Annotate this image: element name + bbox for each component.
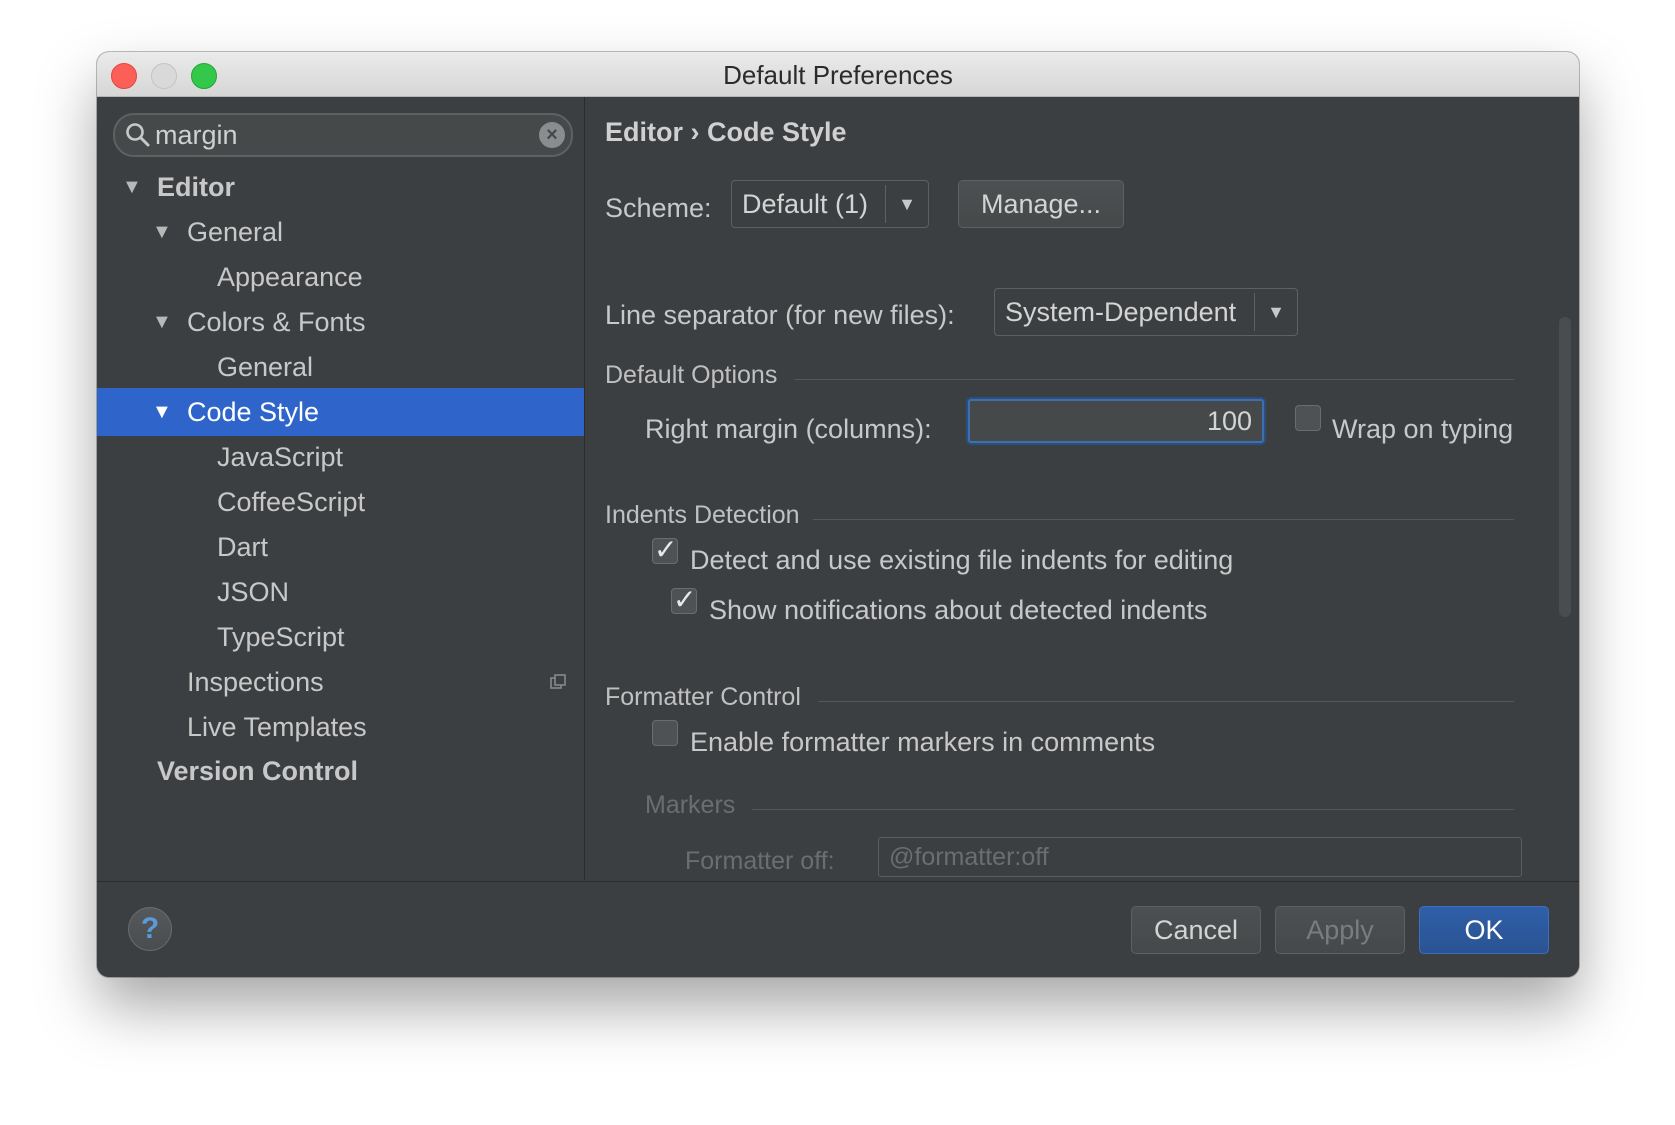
line-separator-dropdown[interactable]: System-Dependent ▼ [994,288,1298,336]
tree-item-appearance[interactable]: Appearance [97,253,584,301]
wrap-on-typing-label: Wrap on typing [1332,414,1514,444]
default-options-title: Default Options [605,361,778,389]
chevron-down-icon: ▼ [1267,302,1285,322]
chevron-down-icon: ▼ [898,194,916,214]
checkmark-icon: ✓ [654,534,678,565]
cancel-button[interactable]: Cancel [1131,906,1261,954]
settings-content: Editor › Code Style Scheme: Default (1) … [585,97,1579,880]
tree-item-label: Editor [157,172,235,202]
tree-item-json[interactable]: JSON [97,568,584,616]
show-notifications-checkbox[interactable]: ✓ [671,584,697,615]
tree-item-label: Live Templates [187,712,367,742]
content-scrollbar[interactable] [1559,317,1571,617]
help-button[interactable]: ? [128,907,172,951]
right-margin-label: Right margin (columns): [645,414,932,444]
tree-item-live-templates[interactable]: Live Templates [97,703,584,751]
group-divider [818,701,1514,702]
show-notifications-label: Show notifications about detected indent… [709,595,1208,625]
scheme-label: Scheme: [605,193,712,223]
breadcrumb: Editor › Code Style [605,117,847,148]
tree-item-label: Colors & Fonts [187,307,366,337]
tree-item-editor[interactable]: ▼ Editor [97,163,584,211]
manage-button[interactable]: Manage... [958,180,1124,228]
detect-indents-checkbox[interactable]: ✓ [652,534,678,565]
tree-item-label: Version Control [157,756,359,786]
formatter-off-input[interactable]: @formatter:off [878,837,1522,877]
ok-button[interactable]: OK [1419,906,1549,954]
breadcrumb-editor[interactable]: Editor [605,117,683,147]
formatter-off-label: Formatter off: [685,847,835,875]
markers-title: Markers [645,791,736,819]
tree-item-dart[interactable]: Dart [97,523,584,571]
expand-arrow-icon[interactable]: ▼ [122,163,142,211]
expand-arrow-icon[interactable]: ▼ [152,298,172,346]
breadcrumb-separator: › [690,117,700,147]
detect-indents-label: Detect and use existing file indents for… [690,545,1234,575]
apply-button[interactable]: Apply [1275,906,1405,954]
tree-item-general[interactable]: ▼ General [97,208,584,256]
project-copy-icon [550,674,566,689]
tree-item-label: JSON [217,577,290,607]
tree-item-label: General [217,352,314,382]
tree-item-label: Code Style [187,397,320,427]
expand-arrow-icon[interactable]: ▼ [152,208,172,256]
tree-item-colors-general[interactable]: General [97,343,584,391]
breadcrumb-code-style: Code Style [707,117,847,147]
enable-formatter-markers-label: Enable formatter markers in comments [690,727,1156,757]
tree-item-version-control[interactable]: Version Control [97,747,584,795]
wrap-on-typing-checkbox[interactable] [1295,405,1321,431]
tree-item-label: Inspections [187,667,324,697]
dropdown-separator [1254,293,1255,331]
clear-search-icon[interactable]: × [539,122,565,148]
dropdown-separator [885,185,886,223]
group-divider [813,519,1514,520]
tree-item-label: Appearance [217,262,363,292]
expand-arrow-icon[interactable]: ▼ [152,388,172,436]
scheme-value: Default (1) [742,189,869,219]
tree-item-label: CoffeeScript [217,487,366,517]
line-separator-value: System-Dependent [1005,297,1237,327]
checkmark-icon: ✓ [673,584,697,615]
title-bar: Default Preferences [97,52,1579,97]
tree-item-typescript[interactable]: TypeScript [97,613,584,661]
tree-item-label: TypeScript [217,622,345,652]
search-box: × [113,113,573,157]
preferences-window: Default Preferences × ▼ Editor ▼ General… [97,52,1579,977]
indents-detection-title: Indents Detection [605,501,800,529]
enable-formatter-markers-checkbox[interactable] [652,720,678,746]
scheme-dropdown[interactable]: Default (1) ▼ [731,180,929,228]
tree-item-label: JavaScript [217,442,344,472]
group-divider [794,379,1514,380]
tree-item-label: General [187,217,284,247]
search-input[interactable] [155,119,515,151]
settings-sidebar: × ▼ Editor ▼ General Appearance ▼ Colors… [97,97,585,880]
right-margin-input[interactable]: 100 [968,399,1264,443]
tree-item-coffeescript[interactable]: CoffeeScript [97,478,584,526]
group-divider [752,809,1514,810]
tree-item-code-style[interactable]: ▼ Code Style [97,388,584,436]
formatter-control-title: Formatter Control [605,683,801,711]
tree-item-javascript[interactable]: JavaScript [97,433,584,481]
line-separator-label: Line separator (for new files): [605,300,955,330]
window-title: Default Preferences [723,60,953,90]
tree-item-colors-fonts[interactable]: ▼ Colors & Fonts [97,298,584,346]
dialog-footer: ? Cancel Apply OK [97,881,1579,977]
tree-item-inspections[interactable]: Inspections [97,658,584,706]
search-icon [126,123,150,147]
tree-item-label: Dart [217,532,269,562]
